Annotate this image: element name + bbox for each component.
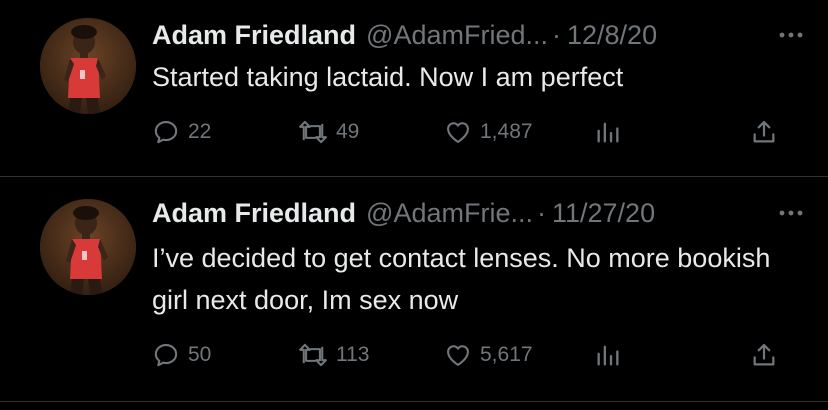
- display-name[interactable]: Adam Friedland: [152, 20, 356, 51]
- views-button[interactable]: [594, 112, 622, 152]
- views-button[interactable]: [594, 335, 622, 375]
- reply-icon: [154, 121, 178, 144]
- more-icon[interactable]: [774, 18, 808, 52]
- like-icon: [447, 122, 469, 143]
- tweet[interactable]: Adam Friedland @AdamFried... · 12/8/20 S…: [0, 0, 828, 176]
- tweet-text: Started taking lactaid. Now I am perfect: [152, 62, 624, 92]
- reply-button[interactable]: 22: [152, 112, 211, 152]
- share-button[interactable]: [750, 335, 778, 375]
- reply-count: 50: [188, 343, 212, 366]
- tweet-header: Adam Friedland @AdamFried... · 12/8/20: [152, 18, 774, 52]
- display-name[interactable]: Adam Friedland: [152, 198, 356, 229]
- like-button[interactable]: 1,487: [444, 112, 533, 152]
- share-icon: [753, 120, 775, 143]
- retweet-count: 113: [336, 343, 370, 366]
- tweet-actions: 50 113 5,617: [152, 335, 788, 375]
- reply-count: 22: [188, 120, 212, 143]
- share-icon: [753, 343, 775, 366]
- like-icon: [447, 345, 469, 366]
- tweet-actions: 22 49 1,487: [152, 112, 788, 152]
- retweet-icon: [299, 343, 327, 367]
- views-icon: [597, 122, 619, 143]
- reply-icon: [154, 344, 178, 367]
- tweet-text: I’ve decided to get contact lenses. No m…: [152, 243, 771, 315]
- separator: ·: [536, 197, 546, 228]
- avatar[interactable]: [40, 199, 136, 295]
- user-handle[interactable]: @AdamFrie...: [366, 198, 533, 229]
- retweet-icon: [299, 120, 327, 144]
- retweet-button[interactable]: 49: [298, 112, 359, 152]
- user-handle[interactable]: @AdamFried...: [366, 20, 548, 51]
- tweet-divider: [0, 401, 828, 402]
- tweet-date[interactable]: 12/8/20: [567, 20, 657, 51]
- tweet-date[interactable]: 11/27/20: [552, 198, 655, 229]
- views-icon: [597, 345, 619, 366]
- like-count: 1,487: [480, 120, 533, 143]
- tweet-header: Adam Friedland @AdamFrie... · 11/27/20: [152, 196, 774, 230]
- retweet-count: 49: [336, 120, 360, 143]
- reply-button[interactable]: 50: [152, 335, 211, 375]
- tweet[interactable]: Adam Friedland @AdamFrie... · 11/27/20 I…: [0, 177, 828, 401]
- like-button[interactable]: 5,617: [444, 335, 533, 375]
- avatar[interactable]: [40, 18, 136, 114]
- retweet-button[interactable]: 113: [298, 335, 369, 375]
- more-icon[interactable]: [774, 196, 808, 230]
- share-button[interactable]: [750, 112, 778, 152]
- like-count: 5,617: [480, 343, 533, 366]
- separator: ·: [552, 19, 561, 50]
